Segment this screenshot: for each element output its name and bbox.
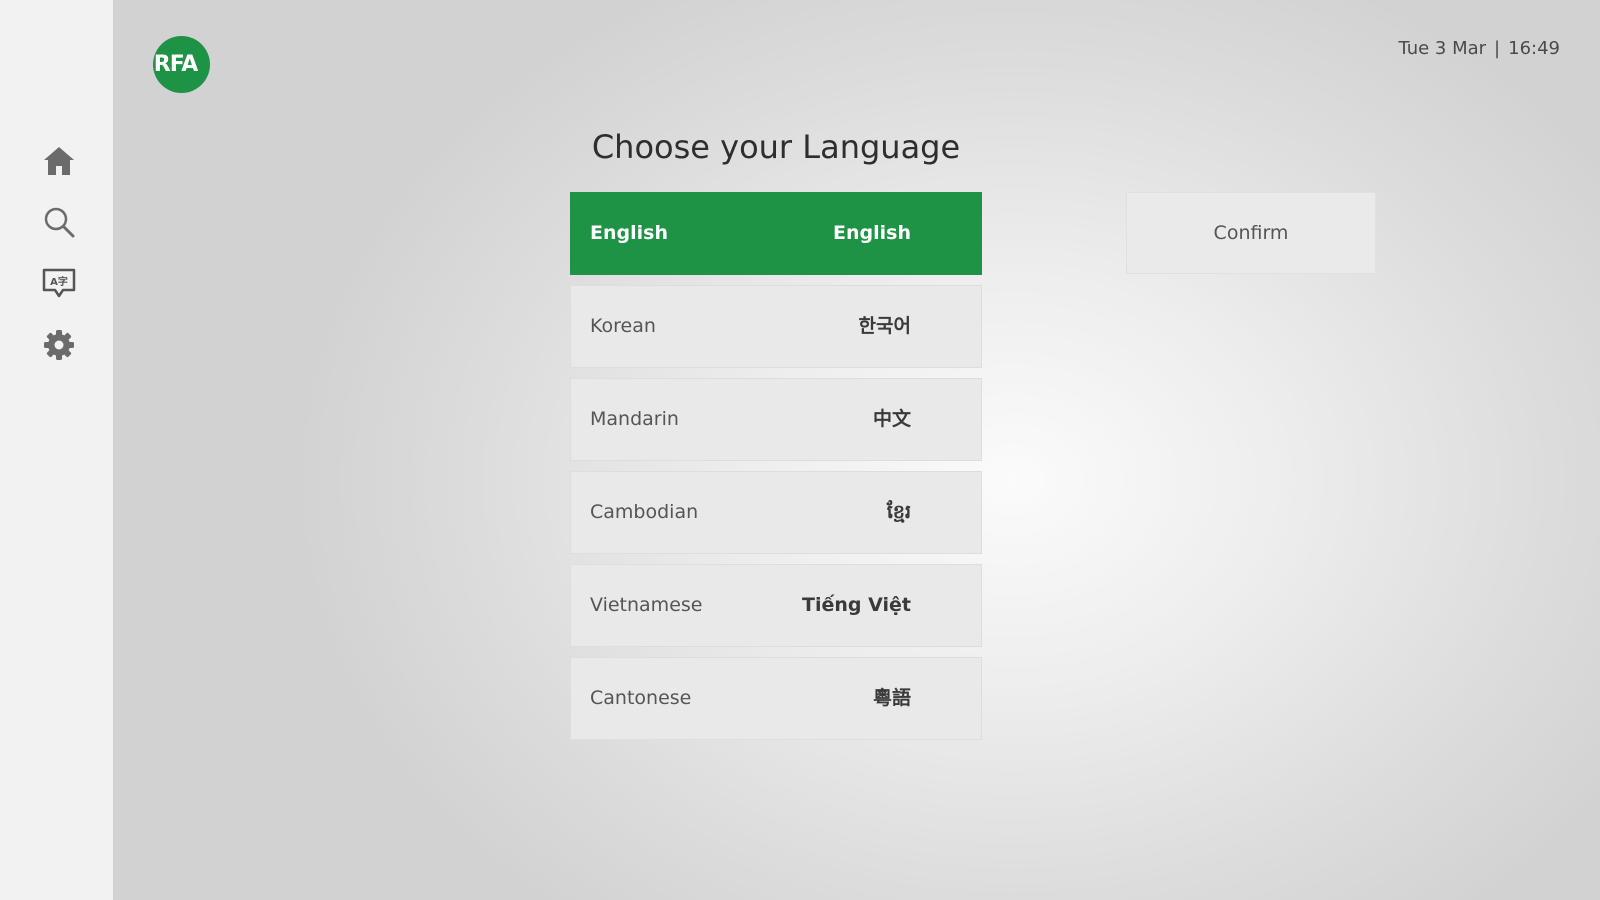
language-name: Mandarin — [590, 408, 679, 430]
language-name: Vietnamese — [590, 594, 703, 616]
language-native-name: 한국어 — [858, 315, 911, 337]
language-option-vietnamese[interactable]: Vietnamese Tiếng Việt — [570, 564, 982, 647]
app-window: A字 RFA Tue 3 Mar | 16:49 Choose your Lan… — [0, 0, 1600, 900]
language-native-name: 粵語 — [872, 687, 911, 709]
language-name: Cantonese — [590, 687, 692, 709]
home-icon[interactable] — [40, 142, 78, 180]
time-text: 16:49 — [1508, 38, 1560, 59]
date-time: Tue 3 Mar | 16:49 — [1398, 38, 1560, 59]
search-icon[interactable] — [40, 203, 78, 241]
language-option-cambodian[interactable]: Cambodian ខ្មែរ — [570, 471, 982, 554]
language-name: English — [590, 222, 668, 244]
language-option-mandarin[interactable]: Mandarin 中文 — [570, 378, 982, 461]
svg-text:A字: A字 — [50, 275, 68, 288]
logo-text: RFA — [153, 52, 198, 77]
sidebar: A字 — [0, 0, 113, 900]
language-name: Korean — [590, 315, 656, 337]
settings-gear-icon[interactable] — [40, 326, 78, 364]
language-name: Cambodian — [590, 501, 699, 523]
rfa-logo: RFA — [153, 36, 210, 93]
language-native-name: English — [833, 222, 911, 244]
confirm-button[interactable]: Confirm — [1126, 192, 1376, 274]
language-option-korean[interactable]: Korean 한국어 — [570, 285, 982, 368]
date-time-separator: | — [1494, 38, 1501, 59]
language-native-name: 中文 — [872, 408, 911, 430]
page-title: Choose your Language — [591, 128, 961, 166]
language-native-name: ខ្មែរ — [886, 501, 911, 523]
language-option-cantonese[interactable]: Cantonese 粵語 — [570, 657, 982, 740]
language-option-english[interactable]: English English — [570, 192, 982, 275]
language-native-name: Tiếng Việt — [802, 594, 911, 616]
language-list: English English Korean 한국어 Mandarin 中文 C… — [570, 192, 982, 750]
language-icon[interactable]: A字 — [40, 264, 78, 302]
date-text: Tue 3 Mar — [1398, 38, 1487, 59]
